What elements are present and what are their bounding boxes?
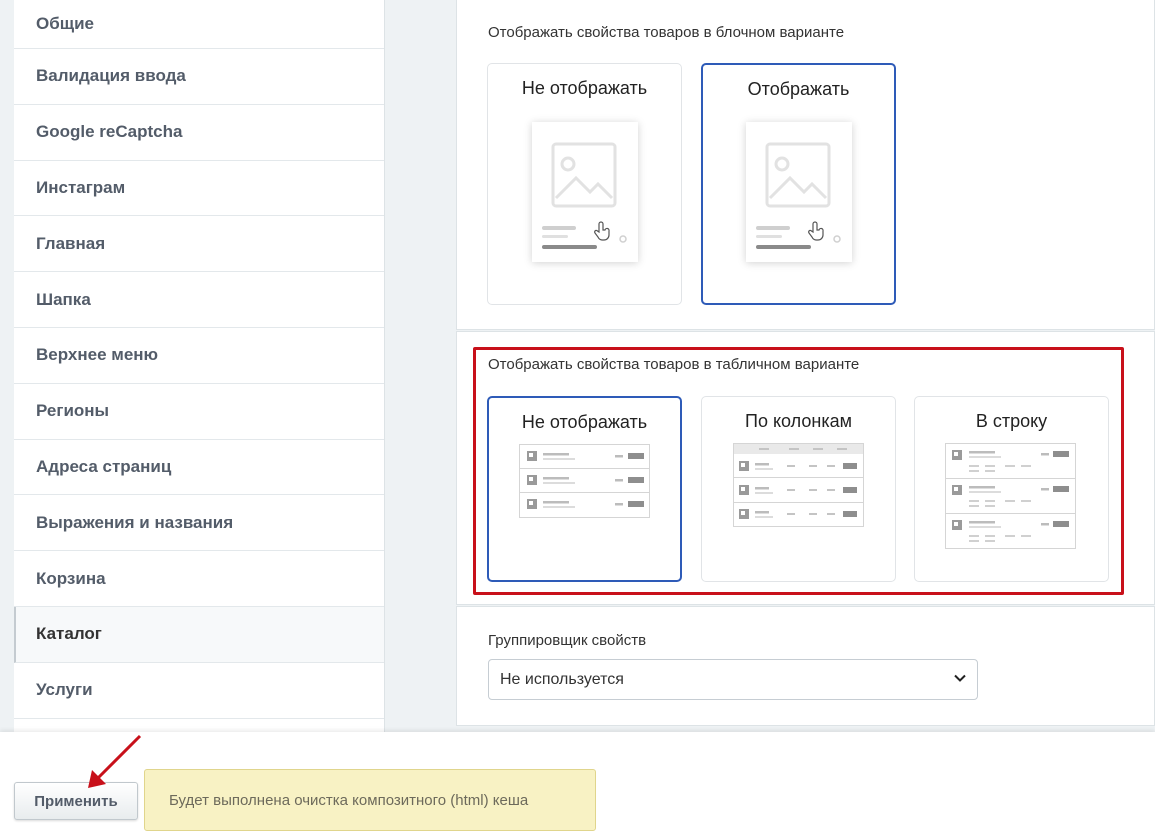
sidebar-item-header[interactable]: Шапка [14, 272, 384, 328]
block-preview-image [532, 122, 638, 262]
grouping-select[interactable]: Не используется [488, 659, 978, 700]
sidebar-item-services[interactable]: Услуги [14, 663, 384, 719]
sidebar-item-main[interactable]: Главная [14, 216, 384, 273]
block-option-show-label: Отображать [747, 79, 850, 99]
table-columns-illustration-icon [733, 443, 864, 527]
sidebar-item-regions[interactable]: Регионы [14, 384, 384, 440]
table-option-columns-label: По колонкам [745, 411, 852, 431]
product-card-illustration-icon [756, 142, 841, 249]
footer-bar: Применить Будет выполнена очистка композ… [0, 732, 1155, 837]
table-option-inline-label: В строку [975, 411, 1048, 431]
chevron-down-icon [954, 674, 966, 682]
block-variant-title: Отображать свойства товаров в блочном ва… [488, 24, 845, 41]
table-option-inline[interactable]: В строку [914, 396, 1109, 582]
table-rows-illustration-icon [519, 444, 650, 518]
product-card-illustration-icon [542, 142, 627, 249]
grouping-label: Группировщик свойств [488, 632, 647, 649]
block-preview-image [746, 122, 852, 262]
table-option-hide[interactable]: Не отображать [487, 396, 682, 582]
block-variant-section: Отображать свойства товаров в блочном ва… [456, 0, 1155, 330]
red-arrow-icon [88, 734, 142, 788]
sidebar-item-input-validation[interactable]: Валидация ввода [14, 49, 384, 105]
cache-notice: Будет выполнена очистка композитного (ht… [144, 769, 596, 831]
block-option-hide[interactable]: Не отображать [487, 63, 682, 305]
table-option-columns[interactable]: По колонкам [701, 396, 896, 582]
sidebar-item-general[interactable]: Общие [14, 0, 384, 49]
sidebar-item-recaptcha[interactable]: Google reCaptcha [14, 105, 384, 161]
table-option-hide-label: Не отображать [521, 412, 648, 432]
sidebar-item-instagram[interactable]: Инстаграм [14, 161, 384, 217]
sidebar-item-top-menu[interactable]: Верхнее меню [14, 328, 384, 384]
cache-notice-text: Будет выполнена очистка композитного (ht… [169, 791, 529, 809]
grouping-select-value: Не используется [500, 670, 624, 688]
grouping-section: Группировщик свойств Не используется [456, 606, 1155, 726]
table-variant-title: Отображать свойства товаров в табличном … [488, 356, 860, 373]
sidebar-item-phrases[interactable]: Выражения и названия [14, 495, 384, 552]
sidebar-item-page-addresses[interactable]: Адреса страниц [14, 440, 384, 496]
sidebar-item-catalog[interactable]: Каталог [14, 606, 384, 663]
block-option-show[interactable]: Отображать [701, 63, 896, 305]
block-option-hide-label: Не отображать [521, 78, 648, 98]
settings-sidebar: Общие Валидация ввода Google reCaptcha И… [14, 0, 385, 732]
sidebar-item-cart[interactable]: Корзина [14, 551, 384, 607]
table-inline-illustration-icon [945, 443, 1076, 549]
table-variant-section: Отображать свойства товаров в табличном … [456, 331, 1155, 605]
